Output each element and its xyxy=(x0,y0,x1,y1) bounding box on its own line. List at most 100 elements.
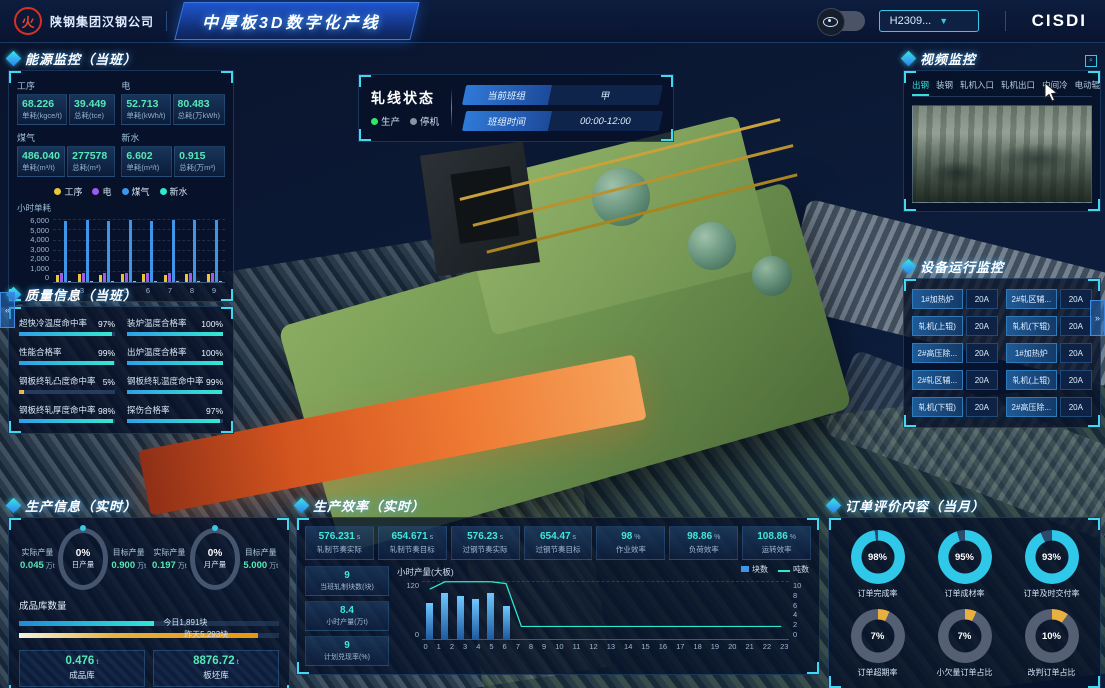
efficiency-side-card: 9当班轧制块数(块) xyxy=(305,566,389,596)
donut-label: 订单成材率 xyxy=(924,588,1005,599)
company-logo-icon: 火 xyxy=(14,7,42,35)
gauge-percent: 0% xyxy=(76,548,90,559)
stock-bar-text: 昨天5,293块 xyxy=(184,629,228,640)
stock-bar: 昨天5,293块 xyxy=(19,633,279,638)
x-tick-label: 8 xyxy=(529,642,533,651)
equipment-item: 2#高压除...20A xyxy=(912,343,998,363)
efficiency-stat-value: 576.23 s xyxy=(453,531,518,542)
efficiency-stat-label: 作业效率 xyxy=(598,544,663,555)
gauge-actual-value: 0.197 万t xyxy=(149,560,190,571)
video-tab-1[interactable]: 出钢 xyxy=(912,79,929,96)
x-tick-label: 3 xyxy=(463,642,467,651)
hourly-legend-icon xyxy=(741,566,749,572)
app-title: 中厚板3D数字化产线 xyxy=(202,9,380,33)
quality-item: 钢板终轧凸度命中率5% xyxy=(19,375,115,394)
quality-value: 97% xyxy=(206,406,223,416)
efficiency-side-value: 9 xyxy=(306,570,388,581)
equipment-name-chip[interactable]: 轧机(上辊) xyxy=(1006,370,1057,390)
progress-track xyxy=(127,390,223,394)
company-name: 陕钢集团汉钢公司 xyxy=(50,13,154,30)
energy-group-name: 工序 xyxy=(17,79,115,92)
equipment-name-chip[interactable]: 1#加热炉 xyxy=(1006,343,1057,363)
quality-label: 钢板终轧厚度命中率 xyxy=(19,404,96,416)
energy-cell: 486.040单耗(m³/t) xyxy=(17,146,65,177)
heat-number-dropdown[interactable]: H2309... ▼ xyxy=(879,10,979,32)
orders-title: 订单评价内容 xyxy=(845,499,929,514)
video-tab-6[interactable]: 电动辊 xyxy=(1075,79,1101,96)
legend-label: 煤气 xyxy=(132,185,150,198)
status-row-label: 当前班组 xyxy=(462,85,552,105)
energy-unit: 总耗(万kWh) xyxy=(178,110,221,121)
collapse-right-button[interactable]: » xyxy=(1090,300,1105,336)
warehouse-card[interactable]: 8876.72 t板坯库 xyxy=(153,650,279,687)
energy-unit: 单耗(m³/t) xyxy=(22,162,60,173)
efficiency-stat-label: 过钢节奏实际 xyxy=(453,544,518,555)
energy-group: 工序68.226单耗(kgce/t)39.449总耗(tce) xyxy=(17,79,115,125)
bar xyxy=(154,281,157,282)
efficiency-stat-unit: % xyxy=(712,534,720,541)
quality-period: （当班） xyxy=(81,288,137,303)
bar xyxy=(121,274,124,282)
legend-dot-icon xyxy=(160,188,167,195)
donut-label: 订单及时交付率 xyxy=(1011,588,1092,599)
equipment-name-chip[interactable]: 2#轧区辅... xyxy=(1006,289,1057,309)
warehouse-unit: t xyxy=(94,657,98,666)
status-row: 班组时间00:00-12:00 xyxy=(462,111,663,131)
quality-item: 出炉温度合格率100% xyxy=(127,346,223,365)
visibility-toggle[interactable] xyxy=(819,11,865,31)
x-tick-label: 1 xyxy=(437,642,441,651)
video-tab-3[interactable]: 轧机入口 xyxy=(960,79,994,96)
warehouse-card[interactable]: 0.476 t成品库 xyxy=(19,650,145,687)
legend-item: 新水 xyxy=(160,185,188,198)
warehouse-value: 8876.72 t xyxy=(154,655,278,667)
y-tick-label: 2 xyxy=(793,620,811,629)
equipment-value-chip: 20A xyxy=(1060,397,1092,417)
gridline xyxy=(53,271,225,272)
equipment-name-chip[interactable]: 轧机(上辊) xyxy=(912,316,963,336)
donut-label: 改判订单占比 xyxy=(1011,667,1092,678)
donut-value: 95% xyxy=(938,530,992,584)
bar xyxy=(133,281,136,282)
legend-item: 电 xyxy=(92,185,111,198)
gauge-target: 目标产量5.000 万t xyxy=(240,547,281,571)
x-tick-label: 10 xyxy=(555,642,563,651)
bar xyxy=(68,281,71,282)
video-tab-4[interactable]: 轧机出口 xyxy=(1001,79,1035,96)
gridline xyxy=(53,229,225,230)
progress-fill xyxy=(127,361,223,365)
equipment-name-chip[interactable]: 轧机(下辊) xyxy=(912,397,963,417)
expand-icon[interactable]: ⌕ xyxy=(1085,55,1097,67)
status-row: 当前班组甲 xyxy=(462,85,663,105)
equipment-name-chip[interactable]: 2#高压除... xyxy=(1006,397,1057,417)
efficiency-stat-card: 576.231 s轧制节奏实际 xyxy=(305,526,374,560)
y-tick-label: 4,000 xyxy=(17,235,49,244)
quality-title: 质量信息 xyxy=(25,288,81,303)
efficiency-stat-label: 运转效率 xyxy=(744,544,809,555)
x-tick-label: 20 xyxy=(728,642,736,651)
energy-cell: 80.483总耗(万kWh) xyxy=(173,94,226,125)
panel-icon xyxy=(294,497,310,513)
gauge-actual-value: 0.045 万t xyxy=(17,560,58,571)
camera-feed[interactable] xyxy=(912,105,1092,203)
x-tick-label: 2 xyxy=(450,642,454,651)
energy-cell: 52.713单耗(kWh/t) xyxy=(121,94,170,125)
production-period: （实时） xyxy=(81,499,137,514)
stock-bar: 今日1,891块 xyxy=(19,621,279,626)
collapse-left-button[interactable]: « xyxy=(0,292,15,328)
x-tick-label: 16 xyxy=(659,642,667,651)
progress-fill xyxy=(19,332,112,336)
progress-fill xyxy=(19,419,113,423)
warehouse-label: 成品库 xyxy=(20,669,144,681)
order-donut: 7%小欠量订单占比 xyxy=(924,609,1005,678)
equipment-value-chip: 20A xyxy=(1060,316,1092,336)
equipment-name-chip[interactable]: 2#高压除... xyxy=(912,343,963,363)
equipment-name-chip[interactable]: 2#轧区辅... xyxy=(912,370,963,390)
equipment-item: 轧机(上辊)20A xyxy=(1006,370,1092,390)
hourly-legend-icon xyxy=(778,570,790,572)
quality-label: 钢板终轧凸度命中率 xyxy=(19,375,96,387)
equipment-value-chip: 20A xyxy=(1060,343,1092,363)
equipment-name-chip[interactable]: 1#加热炉 xyxy=(912,289,963,309)
video-tab-2[interactable]: 装钢 xyxy=(936,79,953,96)
progress-track xyxy=(19,332,115,336)
equipment-name-chip[interactable]: 轧机(下辊) xyxy=(1006,316,1057,336)
